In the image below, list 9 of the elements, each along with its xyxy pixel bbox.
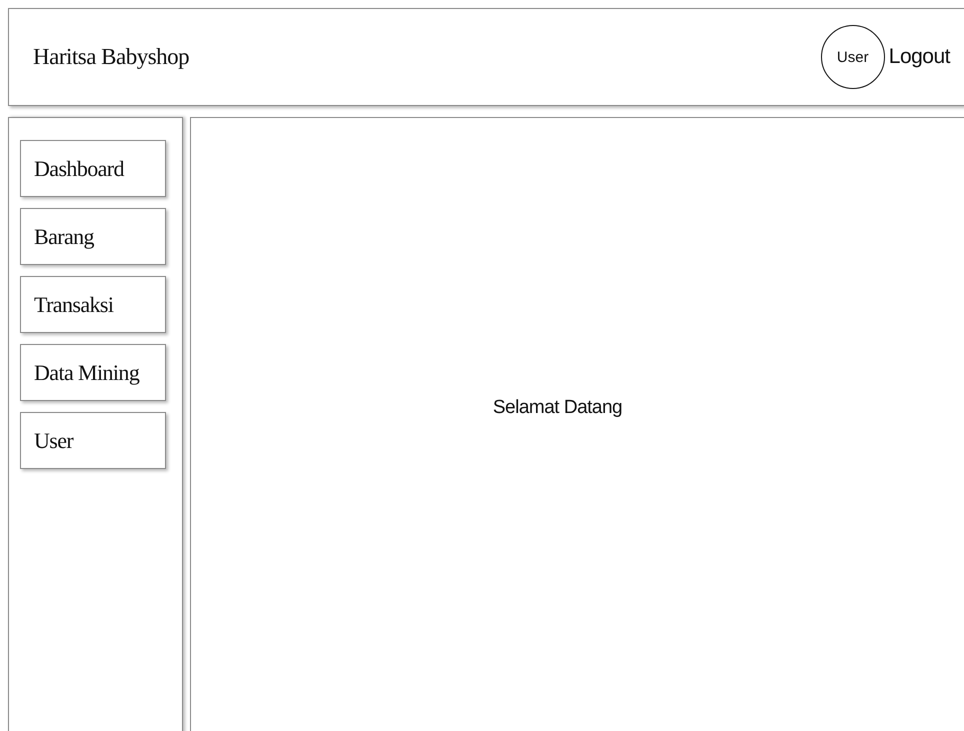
- app-title: Haritsa Babyshop: [33, 44, 190, 70]
- menu-button[interactable]: Barang: [20, 208, 166, 265]
- user-avatar[interactable]: User: [820, 25, 885, 89]
- menu-button[interactable]: Dashboard: [20, 140, 166, 197]
- welcome-text: Selamat Datang: [492, 396, 622, 418]
- menu-button[interactable]: Data Mining: [20, 344, 166, 401]
- logout-link[interactable]: Logout: [888, 45, 950, 69]
- menu-button[interactable]: Transaksi: [20, 276, 166, 333]
- menu-button[interactable]: User: [20, 412, 166, 469]
